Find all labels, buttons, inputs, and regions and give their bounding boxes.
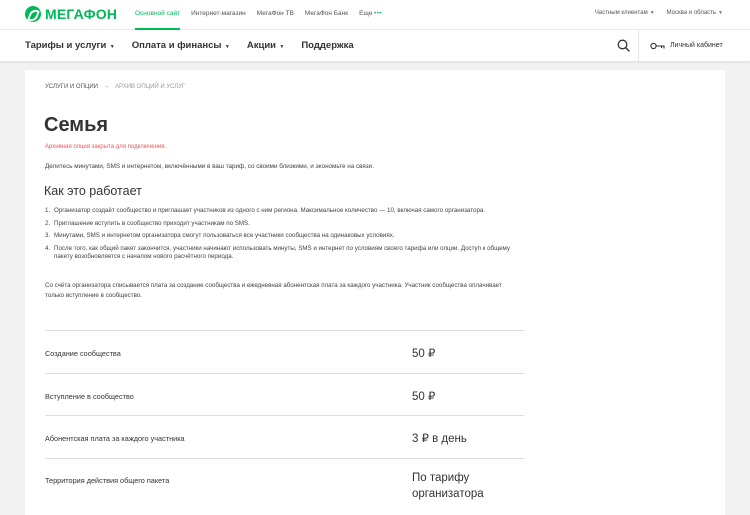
table-row: Создание сообщества 50 ₽ <box>45 330 524 373</box>
list-item: 4. После того, как общий пакет закончится… <box>45 245 515 262</box>
personal-account-label: Личный кабинет <box>670 42 723 49</box>
nav-promotions[interactable]: Акции ▼ <box>247 30 284 62</box>
nav-tariffs-label: Тарифы и услуги <box>25 40 107 51</box>
nav-tariffs[interactable]: Тарифы и услуги ▼ <box>25 30 115 62</box>
nav-payment-label: Оплата и финансы <box>131 40 222 51</box>
toplink-online-store[interactable]: Интернет-магазин <box>191 0 246 30</box>
price-label: Создание сообщества <box>45 349 121 358</box>
segment-selector[interactable]: Частным клиентам ▼ <box>595 0 655 30</box>
price-label: Абонентская плата за каждого участника <box>45 434 185 443</box>
table-row: Территория действия общего пакета По тар… <box>45 457 524 501</box>
breadcrumb-parent[interactable]: УСЛУГИ И ОПЦИИ <box>45 84 98 90</box>
list-item: 3. Минутами, SMS и интернетом организатор… <box>45 232 515 241</box>
page-title: Семья <box>44 114 109 136</box>
toplink-main-site[interactable]: Основной сайт <box>135 0 181 30</box>
region-label: Москва и область <box>666 10 717 16</box>
price-table: Создание сообщества 50 ₽ Вступление в со… <box>45 330 524 500</box>
price-value: По тарифу организатора <box>412 471 484 500</box>
how-it-works-title: Как это работает <box>44 184 142 198</box>
search-icon <box>617 39 630 52</box>
step-number: 2. <box>45 219 51 227</box>
chevron-down-icon: ▼ <box>223 44 230 50</box>
main-nav: Тарифы и услуги ▼ Оплата и финансы ▼ Акц… <box>0 30 750 62</box>
price-value: 50 ₽ <box>412 390 436 403</box>
logo-text: МЕГАФОН <box>45 6 118 22</box>
nav-promotions-label: Акции <box>246 40 276 51</box>
top-right: Частным клиентам ▼ Москва и область ▼ <box>583 0 723 30</box>
chevron-down-icon: ▼ <box>108 44 115 50</box>
archived-note: Архивная опция закрыта для подключения. <box>45 144 167 150</box>
account-icon <box>650 42 665 49</box>
table-row: Вступление в сообщество 50 ₽ <box>45 372 524 416</box>
price-value: 50 ₽ <box>412 348 436 360</box>
top-bar: МЕГАФОН Основной сайт Интернет-магазин М… <box>0 0 750 30</box>
billing-note: Со счёта организатора списывается плата … <box>45 282 502 299</box>
step-text: После того, как общий пакет закончится, … <box>54 244 510 261</box>
megafon-logo-icon <box>25 6 41 22</box>
toplink-megafon-tv[interactable]: МегаФон ТВ <box>257 0 294 30</box>
price-label: Территория действия общего пакета <box>45 475 170 485</box>
nav-support[interactable]: Поддержка <box>301 30 353 62</box>
chevron-down-icon: ▼ <box>278 44 285 50</box>
step-text: Минутами, SMS и интернетом организатора … <box>54 232 395 240</box>
content-card: УСЛУГИ И ОПЦИИ → АРХИВ ОПЦИЙ И УСЛУГ Сем… <box>25 70 725 515</box>
intro-text: Делитесь минутами, SMS и интернетом, вкл… <box>45 163 374 170</box>
table-row: Абонентская плата за каждого участника 3… <box>45 415 524 458</box>
search-button[interactable] <box>608 30 639 61</box>
nav-payment[interactable]: Оплата и финансы ▼ <box>132 30 230 62</box>
toplink-more[interactable]: Еще ••• <box>359 0 382 30</box>
steps-list: 1. Организатор создаёт сообщество и пригл… <box>45 207 515 266</box>
top-links: Основной сайт Интернет-магазин МегаФон Т… <box>135 0 393 30</box>
price-label: Вступление в сообщество <box>45 391 134 401</box>
step-text: Приглашение вступить в сообщество приход… <box>54 219 250 227</box>
breadcrumb: УСЛУГИ И ОПЦИИ → АРХИВ ОПЦИЙ И УСЛУГ <box>45 83 185 90</box>
step-number: 3. <box>45 232 51 240</box>
segment-label: Частным клиентам <box>594 10 648 16</box>
chevron-down-icon: ▼ <box>649 10 655 16</box>
chevron-down-icon: ▼ <box>718 10 723 16</box>
region-selector[interactable]: Москва и область ▼ <box>667 0 723 30</box>
more-dots-icon: ••• <box>374 11 382 17</box>
nav-support-label: Поддержка <box>301 40 354 51</box>
breadcrumb-arrow-icon: → <box>102 83 110 90</box>
step-text: Организатор создаёт сообщество и приглаш… <box>54 207 486 214</box>
main-nav-items: Тарифы и услуги ▼ Оплата и финансы ▼ Акц… <box>25 30 371 62</box>
step-number: 1. <box>45 207 51 214</box>
breadcrumb-current[interactable]: АРХИВ ОПЦИЙ И УСЛУГ <box>115 84 185 90</box>
step-number: 4. <box>45 244 51 252</box>
toplink-more-label: Еще <box>359 10 373 17</box>
price-value: 3 ₽ в день <box>412 433 467 445</box>
list-item: 2. Приглашение вступить в сообщество прих… <box>45 220 515 229</box>
toplink-megafon-bank[interactable]: МегаФон Банк <box>305 0 348 30</box>
personal-account-link[interactable]: Личный кабинет <box>650 30 723 61</box>
megafon-logo[interactable]: МЕГАФОН <box>25 5 117 23</box>
list-item: 1. Организатор создаёт сообщество и пригл… <box>45 207 515 216</box>
